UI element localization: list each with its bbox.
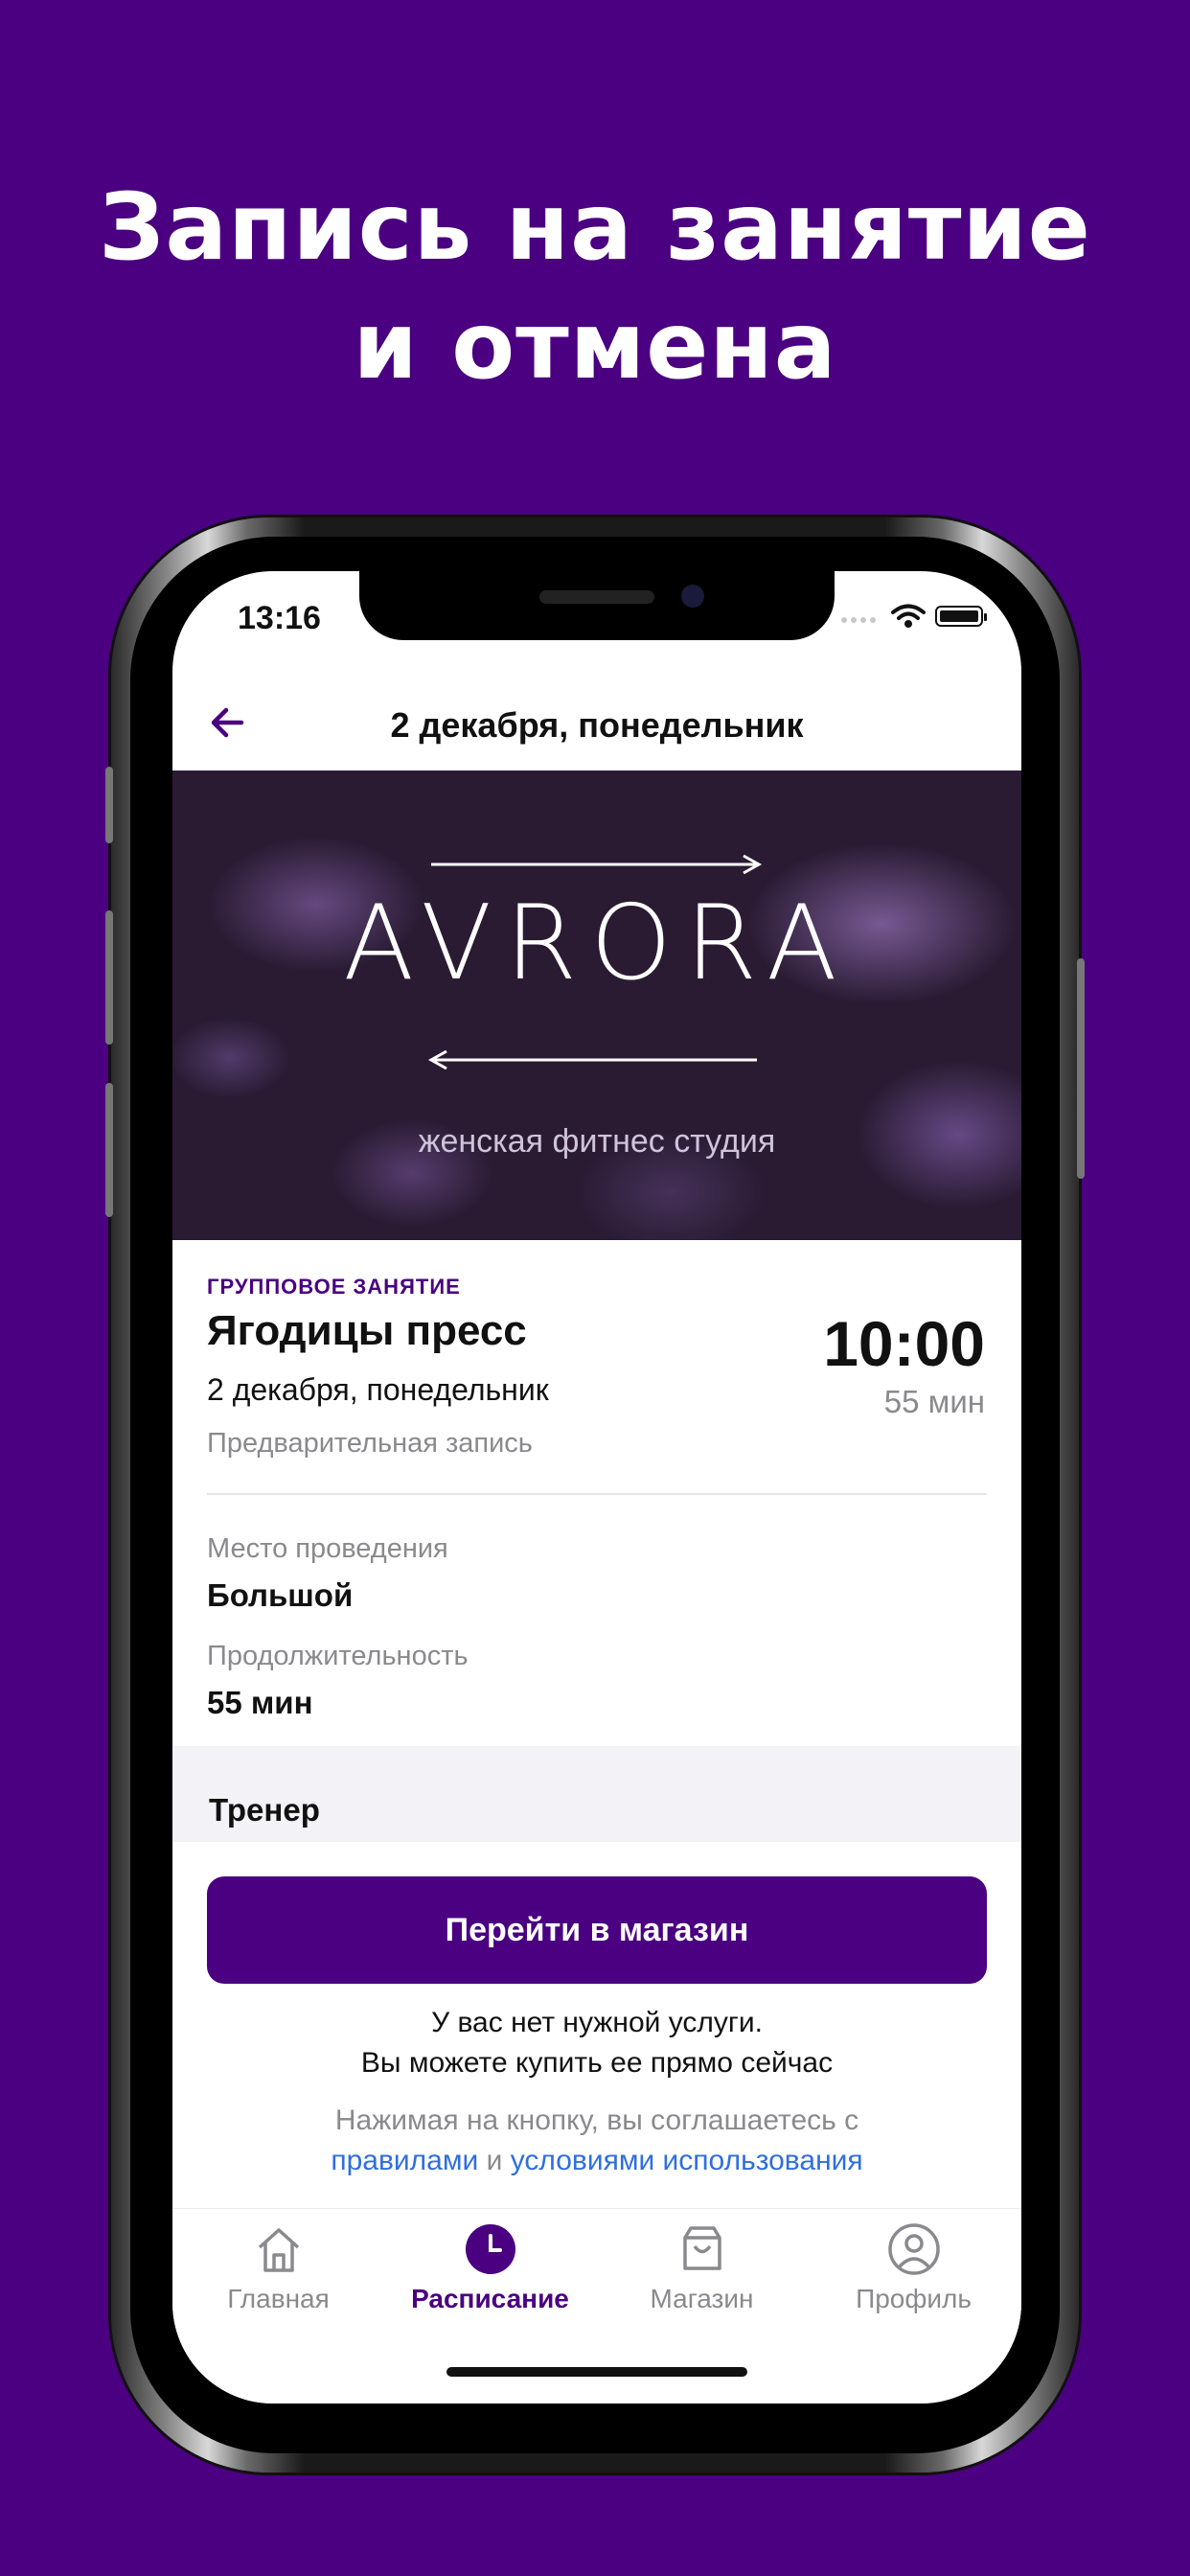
mute-switch	[105, 767, 113, 843]
banner-arrows	[427, 854, 763, 1070]
duration-value: 55 мин	[207, 1685, 313, 1720]
brand-subtitle: женская фитнес студия	[418, 1123, 776, 1160]
power-button	[1077, 958, 1085, 1179]
headline-line-1: Запись на занятие	[99, 173, 1091, 281]
agreement-text: Нажимая на кнопку, вы соглашаетесь с	[334, 2104, 859, 2136]
divider	[207, 1493, 987, 1495]
and-text: и	[486, 2145, 503, 2176]
tab-profile[interactable]: Профиль	[808, 2220, 1019, 2355]
wifi-icon	[891, 604, 926, 628]
rules-link[interactable]: правилами	[331, 2145, 478, 2176]
volume-down-button	[105, 1083, 113, 1217]
tab-profile-label: Профиль	[856, 2284, 972, 2313]
trainer-section: Тренер	[172, 1746, 1021, 1842]
go-to-shop-button[interactable]: Перейти в магазин	[207, 1876, 987, 1984]
speaker-grille	[539, 590, 654, 604]
bag-icon	[682, 2226, 721, 2270]
duration-label: Продолжительность	[207, 1641, 469, 1671]
battery-icon	[935, 606, 987, 627]
studio-banner: AVRORA женская фитнес студия	[172, 770, 1021, 1240]
volume-up-button	[105, 910, 113, 1045]
purchase-panel: Перейти в магазин У вас нет нужной услуг…	[172, 1846, 1021, 2216]
headline-line-2: и отмена	[353, 292, 837, 400]
marketing-headline: Запись на занятие и отмена	[0, 168, 1190, 405]
agreement-links: правилами и условиями использования	[172, 2145, 1021, 2177]
profile-icon	[887, 2223, 940, 2275]
lesson-kind: ГРУППОВОЕ ЗАНЯТИЕ	[207, 1275, 461, 1299]
tab-home[interactable]: Главная	[172, 2220, 384, 2355]
place-label: Место проведения	[207, 1533, 448, 1564]
lesson-title: Ягодицы пресс	[207, 1307, 527, 1354]
phone-screen: 13:16 2 декабря, понедельник AVRORA женс…	[172, 571, 1021, 2404]
home-indicator	[446, 2367, 747, 2377]
tab-schedule-label: Расписание	[411, 2284, 569, 2313]
navigation-bar: 2 декабря, понедельник	[172, 677, 1021, 776]
tab-shop[interactable]: Магазин	[596, 2220, 808, 2355]
camera-icon	[681, 585, 704, 608]
lesson-date: 2 декабря, понедельник	[207, 1372, 549, 1407]
buy-now-message: Вы можете купить ее прямо сейчас	[360, 2047, 834, 2079]
place-value: Большой	[207, 1577, 354, 1613]
status-time: 13:16	[238, 600, 321, 636]
clock-icon	[465, 2224, 515, 2274]
no-service-message: У вас нет нужной услуги.	[431, 2007, 763, 2038]
trainer-heading: Тренер	[209, 1792, 320, 1828]
signal-icon	[841, 617, 876, 623]
status-icons	[839, 604, 987, 629]
tab-shop-label: Магазин	[650, 2284, 754, 2313]
tab-home-label: Главная	[227, 2284, 330, 2313]
home-icon	[258, 2228, 299, 2272]
terms-link[interactable]: условиями использования	[511, 2145, 863, 2176]
page-title: 2 декабря, понедельник	[390, 705, 804, 745]
brand-logo: AVRORA	[343, 884, 851, 1003]
lesson-duration: 55 мин	[883, 1384, 985, 1419]
booking-type: Предварительная запись	[207, 1428, 533, 1459]
lesson-time: 10:00	[823, 1308, 985, 1379]
notch	[359, 571, 835, 640]
tab-schedule[interactable]: Расписание	[384, 2220, 596, 2355]
